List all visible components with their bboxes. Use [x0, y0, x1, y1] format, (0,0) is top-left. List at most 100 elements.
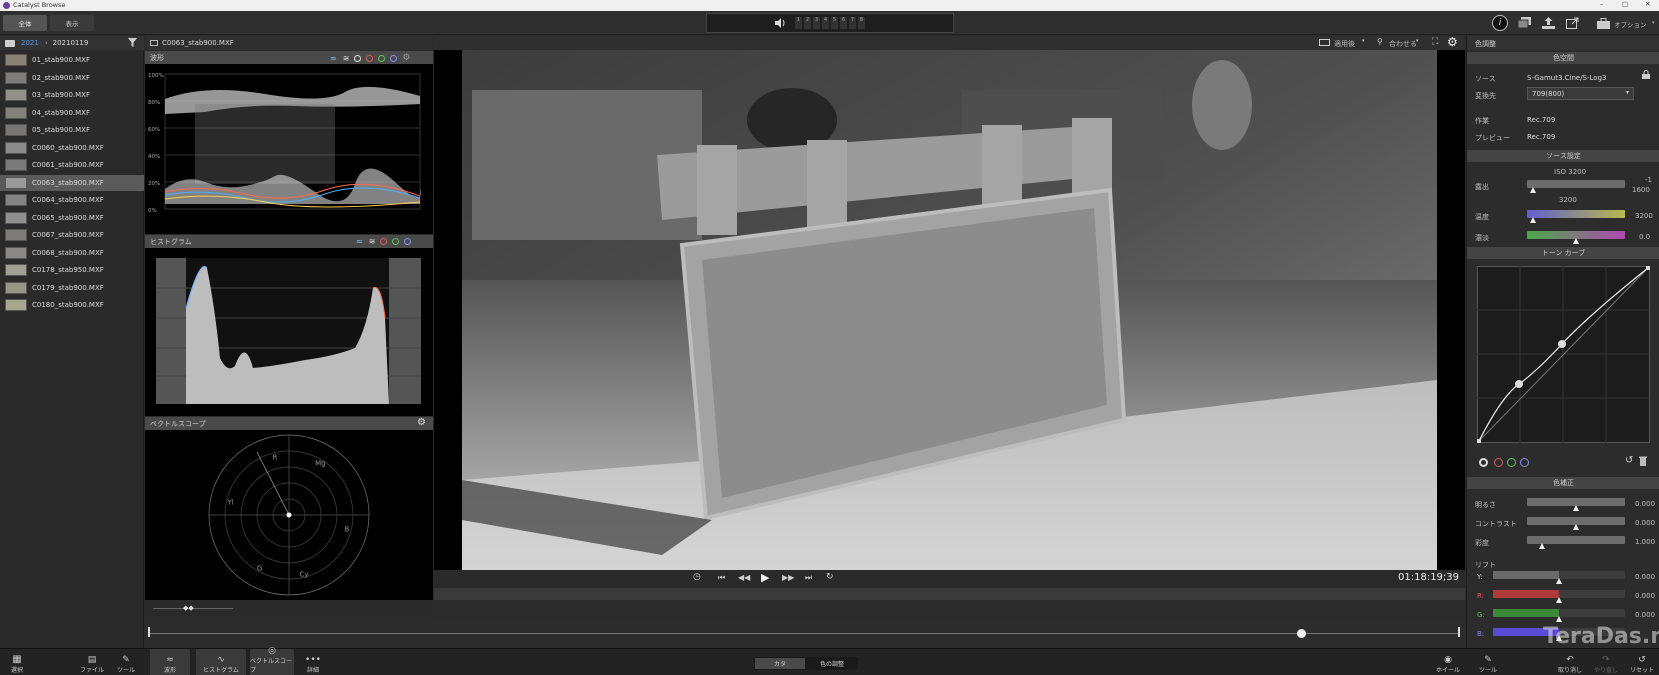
- waveform-parade-icon[interactable]: ≋: [343, 54, 350, 63]
- seek-track[interactable]: [150, 633, 1458, 634]
- play-icon[interactable]: ▶: [761, 571, 769, 584]
- playhead[interactable]: [1297, 629, 1307, 638]
- audio-channel[interactable]: 4: [822, 17, 829, 29]
- minimize-button[interactable]: –: [1600, 0, 1603, 8]
- tint-handle[interactable]: [1573, 238, 1579, 244]
- list-item[interactable]: C0067_stab900.MXF: [0, 227, 144, 243]
- correction-handle[interactable]: [1538, 543, 1545, 549]
- green-channel-toggle[interactable]: [378, 54, 386, 62]
- correction-handle[interactable]: [1573, 524, 1579, 530]
- temp-handle[interactable]: [1530, 217, 1536, 223]
- list-item[interactable]: C0061_stab900.MXF: [0, 157, 144, 173]
- mode-color-adjust[interactable]: 色の調整: [807, 658, 857, 669]
- list-item[interactable]: C0068_stab900.MXF: [0, 245, 144, 261]
- apply-dropdown[interactable]: 適用後: [1334, 39, 1355, 49]
- wheel-button[interactable]: ◉ ホイール: [1433, 649, 1463, 675]
- list-item[interactable]: 01_stab900.MXF: [0, 52, 144, 68]
- details-button[interactable]: ••• 詳細: [300, 649, 326, 675]
- breadcrumb-folder[interactable]: 20210119: [53, 39, 89, 47]
- histogram-mode-icon[interactable]: ≈: [356, 237, 363, 246]
- audio-channel[interactable]: 7: [849, 17, 856, 29]
- right-tool-button[interactable]: ✎ ツール: [1474, 649, 1502, 675]
- go-to-end-icon[interactable]: ⏭: [805, 573, 812, 583]
- hist-green-toggle[interactable]: [392, 238, 400, 245]
- gear-icon[interactable]: ⚙: [1447, 35, 1458, 49]
- list-item[interactable]: C0179_stab900.MXF: [0, 280, 144, 296]
- file-button[interactable]: ▤ ファイル: [78, 649, 106, 675]
- breadcrumb-root[interactable]: 2021: [21, 39, 39, 47]
- tone-curve-graph[interactable]: [1477, 266, 1650, 443]
- lift-handle[interactable]: [1556, 578, 1562, 584]
- lift-handle[interactable]: [1556, 597, 1562, 603]
- briefcase-icon[interactable]: [1596, 16, 1610, 30]
- share-icon[interactable]: [1565, 16, 1579, 30]
- timer-icon[interactable]: ◷: [693, 572, 701, 582]
- list-item[interactable]: 03_stab900.MXF: [0, 87, 144, 103]
- list-item[interactable]: C0064_stab900.MXF: [0, 192, 144, 208]
- curve-red-channel[interactable]: [1494, 458, 1503, 467]
- audio-channel[interactable]: 1: [795, 17, 802, 29]
- reset-button[interactable]: ↺ リセット: [1627, 649, 1657, 675]
- list-item[interactable]: 04_stab900.MXF: [0, 105, 144, 121]
- correction-handle[interactable]: [1573, 505, 1579, 511]
- red-channel-toggle[interactable]: [366, 54, 374, 62]
- speaker-icon[interactable]: [773, 17, 787, 29]
- tab-view[interactable]: 表示: [50, 15, 94, 31]
- compare-icon[interactable]: [1319, 39, 1330, 46]
- curve-green-channel[interactable]: [1507, 458, 1516, 467]
- mode-catalog[interactable]: カタ: [755, 658, 805, 669]
- tab-all[interactable]: 全体: [3, 15, 47, 31]
- exposure-slider[interactable]: [1527, 180, 1625, 188]
- tool-button[interactable]: ✎ ツール: [113, 649, 139, 675]
- jog-handle[interactable]: ◆◆: [183, 604, 194, 612]
- filter-icon[interactable]: [128, 38, 137, 49]
- in-point-marker[interactable]: [148, 627, 150, 637]
- list-item[interactable]: C0178_stab950.MXF: [0, 262, 144, 278]
- gear-icon[interactable]: ⚙: [402, 53, 410, 63]
- step-forward-icon[interactable]: ▶▶: [782, 573, 794, 582]
- list-item[interactable]: 02_stab900.MXF: [0, 70, 144, 86]
- out-point-marker[interactable]: [1458, 627, 1460, 637]
- options-menu[interactable]: オプション: [1614, 19, 1647, 29]
- maximize-button[interactable]: □: [1622, 0, 1628, 8]
- convert-select[interactable]: 709(800) ▾: [1527, 87, 1634, 100]
- go-to-start-icon[interactable]: ⏮: [718, 573, 725, 583]
- hist-red-toggle[interactable]: [380, 238, 388, 245]
- lift-handle[interactable]: [1556, 616, 1562, 622]
- list-item[interactable]: C0065_stab900.MXF: [0, 210, 144, 226]
- fit-dropdown[interactable]: 合わせる: [1389, 39, 1417, 49]
- copy-icon[interactable]: [1517, 16, 1531, 30]
- select-button[interactable]: ▦ 選択: [2, 649, 32, 675]
- info-icon[interactable]: i: [1492, 15, 1508, 31]
- folder-icon[interactable]: [5, 39, 15, 47]
- trash-icon[interactable]: [1639, 456, 1647, 468]
- curve-blue-channel[interactable]: [1520, 458, 1529, 467]
- list-item[interactable]: C0063_stab900.MXF: [0, 174, 144, 191]
- hist-blue-toggle[interactable]: [404, 238, 412, 245]
- loop-icon[interactable]: ↻: [826, 572, 834, 582]
- waveform-toggle[interactable]: ≈ 波形: [150, 649, 190, 675]
- lock-icon[interactable]: [1642, 70, 1650, 81]
- histogram-parade-icon[interactable]: ≋: [369, 237, 376, 246]
- waveform-mode-icon[interactable]: ≈: [330, 54, 337, 63]
- blue-channel-toggle[interactable]: [390, 54, 398, 62]
- list-item[interactable]: 05_stab900.MXF: [0, 122, 144, 138]
- export-icon[interactable]: [1541, 16, 1555, 30]
- step-back-icon[interactable]: ◀◀: [738, 573, 750, 582]
- audio-channel[interactable]: 6: [840, 17, 847, 29]
- redo-button[interactable]: ↷ やり直し: [1591, 649, 1621, 675]
- gear-icon[interactable]: ⚙: [417, 417, 426, 428]
- white-channel-toggle[interactable]: [354, 54, 362, 62]
- vectorscope-toggle[interactable]: ◎ ベクトルスコープ: [250, 646, 294, 675]
- list-item[interactable]: C0060_stab900.MXF: [0, 140, 144, 156]
- zoom-icon[interactable]: ⚲: [1377, 37, 1383, 46]
- audio-channel[interactable]: 8: [858, 17, 865, 29]
- audio-channel[interactable]: 2: [804, 17, 811, 29]
- reset-curve-icon[interactable]: ↺: [1625, 455, 1633, 466]
- audio-channel[interactable]: 5: [831, 17, 838, 29]
- fullscreen-icon[interactable]: ⛶: [1432, 37, 1438, 47]
- list-item[interactable]: C0180_stab900.MXF: [0, 297, 144, 313]
- histogram-toggle[interactable]: ∿ ヒストグラム: [196, 649, 246, 675]
- curve-all-channel[interactable]: [1479, 458, 1488, 467]
- exposure-handle[interactable]: [1530, 187, 1536, 193]
